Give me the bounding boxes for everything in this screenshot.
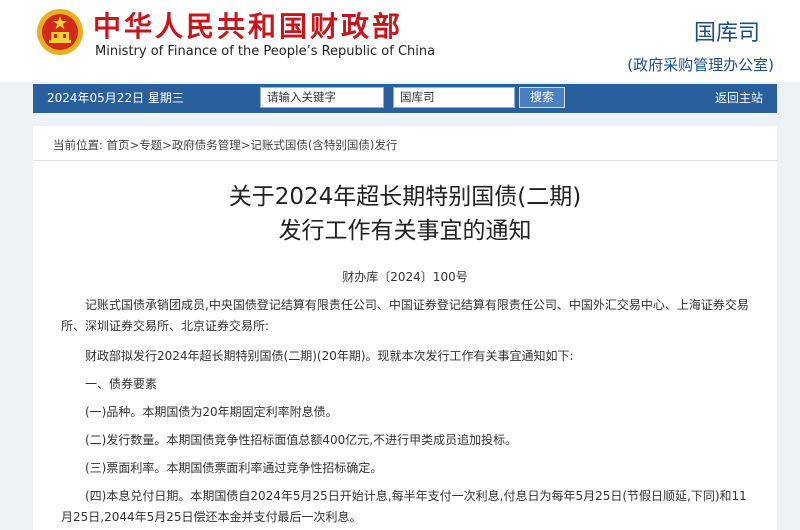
paragraph: 记账式国债承销团成员,中央国债登记结算有限责任公司、中国证券登记结算有限责任公司… — [61, 298, 749, 333]
nav-bar: 2024年05月22日 星期三 请输入关键字 国库司 搜索 返回主站 — [33, 84, 777, 113]
paragraph: 财政部拟发行2024年超长期特别国债(二期)(20年期)。现就本次发行工作有关事… — [85, 349, 574, 363]
article-title-line2: 发行工作有关事宜的通知 — [278, 218, 532, 244]
back-to-main-link[interactable]: 返回主站 — [715, 84, 763, 113]
department-name: 国库司 — [693, 21, 760, 46]
breadcrumb[interactable]: 当前位置: 首页>专题>政府债务管理>记账式国债(含特别国债)发行 — [53, 136, 397, 154]
document-number: 财办库〔2024〕100号 — [342, 270, 468, 284]
department-subtitle: (政府采购管理办公室) — [627, 56, 774, 74]
paragraph: (四)本息兑付日期。本期国债自2024年5月25日开始计息,每半年支付一次利息,… — [61, 489, 747, 524]
paragraph: (三)票面利率。本期国债票面利率通过竞争性招标确定。 — [85, 461, 383, 475]
paragraph: (一)品种。本期国债为20年期固定利率附息债。 — [85, 405, 338, 419]
national-emblem-icon — [37, 9, 83, 55]
search-button[interactable]: 搜索 — [519, 87, 565, 108]
divider — [33, 160, 777, 161]
current-date: 2024年05月22日 星期三 — [47, 91, 184, 105]
site-header: 中华人民共和国财政部 Ministry of Finance of the Pe… — [0, 0, 800, 82]
site-title-english: Ministry of Finance of the People’s Repu… — [95, 44, 436, 59]
section-heading: 一、债券要素 — [85, 377, 158, 391]
search-input[interactable]: 请输入关键字 — [260, 87, 384, 108]
paragraph: (二)发行数量。本期国债竞争性招标面值总额400亿元,不进行甲类成员追加投标。 — [85, 433, 518, 447]
article-title-line1: 关于2024年超长期特别国债(二期) — [228, 184, 582, 210]
article-panel: 当前位置: 首页>专题>政府债务管理>记账式国债(含特别国债)发行 关于2024… — [33, 126, 777, 530]
search-scope-select[interactable]: 国库司 — [393, 87, 515, 108]
site-title[interactable]: 中华人民共和国财政部 — [93, 10, 403, 44]
